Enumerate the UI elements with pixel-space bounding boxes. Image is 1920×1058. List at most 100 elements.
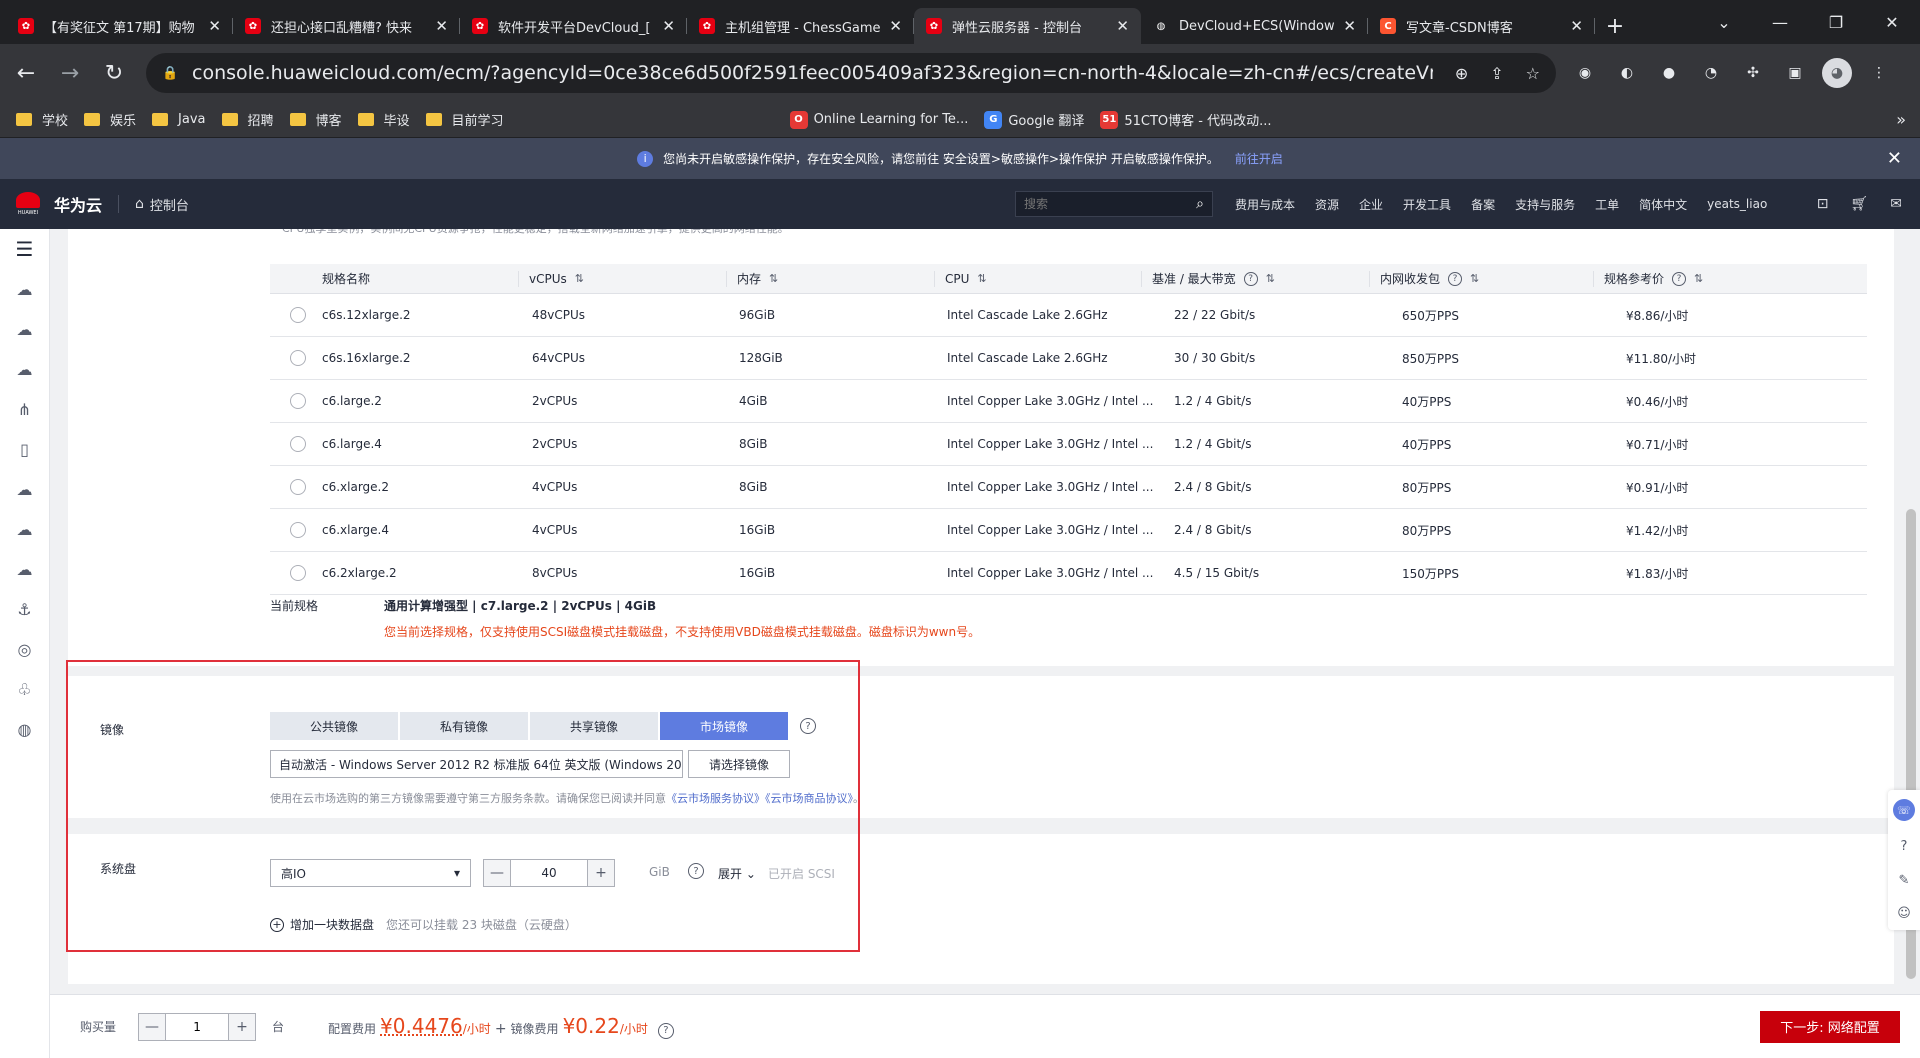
bookmark-folder[interactable]: 娱乐	[84, 110, 136, 129]
close-tab-icon[interactable]: ✕	[889, 17, 902, 35]
cloud-icon[interactable]: ☁	[0, 469, 49, 509]
sidepanel-icon[interactable]: ▣	[1780, 58, 1810, 88]
table-row[interactable]: c6.xlarge.4 4vCPUs 16GiB Intel Copper Lake …	[270, 509, 1867, 552]
menu-dots-icon[interactable]: ⋮	[1864, 58, 1894, 88]
bookmark-folder[interactable]: 毕设	[357, 110, 410, 129]
restore-icon[interactable]: ❐	[1808, 0, 1864, 44]
nav-link[interactable]: 开发工具	[1403, 196, 1451, 213]
column-header[interactable]: 基准 / 最大带宽? ⇅	[1141, 270, 1369, 287]
customer-service-icon[interactable]: ☏	[1893, 799, 1915, 822]
nav-link[interactable]: yeats_liao	[1707, 197, 1767, 211]
mail-icon[interactable]: ✉	[1890, 196, 1902, 212]
bookmark-folder[interactable]: Java	[152, 110, 206, 129]
sort-icon[interactable]: ⇅	[1266, 272, 1275, 285]
back-icon[interactable]: ←	[8, 55, 44, 91]
browser-tab[interactable]: ✿ 软件开发平台DevCloud_[✕	[460, 8, 687, 44]
huawei-logo[interactable]: HUAWEI	[14, 190, 42, 218]
bookmark-folder[interactable]: 目前学习	[425, 110, 504, 129]
nav-link[interactable]: 工单	[1595, 196, 1619, 213]
column-header[interactable]: 内网收发包? ⇅	[1369, 270, 1593, 287]
nav-link[interactable]: 支持与服务	[1515, 196, 1575, 213]
cloud-icon[interactable]: ☁	[0, 549, 49, 589]
browser-tab[interactable]: ✿ 主机组管理 - ChessGame ✕	[687, 8, 914, 44]
terminal-icon[interactable]: ⊡	[1817, 196, 1829, 212]
sort-icon[interactable]: ⇅	[1470, 272, 1479, 285]
reload-icon[interactable]: ↻	[96, 55, 132, 91]
document-icon[interactable]: ▯	[0, 429, 49, 469]
browser-tab[interactable]: ✿ 【有奖征文 第17期】购物 ✕	[6, 8, 233, 44]
avatar[interactable]: ◕	[1822, 58, 1852, 88]
row-radio[interactable]	[290, 479, 306, 495]
table-row[interactable]: c6.large.4 2vCPUs 8GiB Intel Copper Lake 3.…	[270, 423, 1867, 466]
row-radio[interactable]	[290, 393, 306, 409]
brand-name[interactable]: 华为云	[54, 192, 102, 216]
config-fee-value[interactable]: ¥0.4476	[380, 1014, 463, 1038]
column-header[interactable]: vCPUs ⇅	[518, 270, 726, 287]
console-link[interactable]: 控制台	[150, 195, 189, 214]
close-tab-icon[interactable]: ✕	[1570, 17, 1583, 35]
cloud-icon[interactable]: ☁	[0, 349, 49, 389]
bookmark-link[interactable]: O Online Learning for Te...	[789, 110, 968, 129]
close-tab-icon[interactable]: ✕	[1116, 17, 1129, 35]
anchor-icon[interactable]: ⚓︎	[0, 589, 49, 629]
table-row[interactable]: c6.xlarge.2 4vCPUs 8GiB Intel Copper Lake 3…	[270, 466, 1867, 509]
next-network-config-button[interactable]: 下一步: 网络配置	[1760, 1010, 1900, 1043]
decrement-button[interactable]: —	[139, 1013, 166, 1040]
sort-icon[interactable]: ⇅	[769, 272, 778, 285]
extension-icon[interactable]: ◔	[1696, 58, 1726, 88]
bookmark-folder[interactable]: 学校	[16, 110, 68, 129]
bookmark-folder[interactable]: 招聘	[221, 110, 274, 129]
search-icon[interactable]: ⌕	[1196, 196, 1204, 212]
bookmark-star-icon[interactable]: ☆	[1526, 64, 1540, 83]
cloud-icon[interactable]: ☁	[0, 509, 49, 549]
bridge-icon[interactable]: ⋔	[0, 389, 49, 429]
browser-tab[interactable]: C 写文章-CSDN博客 ✕	[1368, 8, 1595, 44]
new-tab-button[interactable]: +	[1595, 8, 1635, 44]
compass-icon[interactable]: ◎	[0, 629, 49, 669]
help-icon[interactable]: ?	[1672, 271, 1687, 286]
sort-icon[interactable]: ⇅	[1694, 272, 1703, 285]
search-input[interactable]	[1024, 197, 1197, 211]
search-box[interactable]: ⌕	[1015, 191, 1213, 217]
nav-link[interactable]: 简体中文	[1639, 196, 1687, 213]
forward-icon[interactable]: →	[52, 55, 88, 91]
extension-icon[interactable]: ●	[1654, 58, 1684, 88]
cloud-icon[interactable]: ☁	[0, 269, 49, 309]
help-icon[interactable]: ?	[1243, 271, 1258, 286]
notice-link[interactable]: 前往开启	[1235, 150, 1283, 167]
cloud-icon[interactable]: ☁	[0, 309, 49, 349]
table-row[interactable]: c6s.16xlarge.2 64vCPUs 128GiB Intel Cascade…	[270, 337, 1867, 380]
nav-link[interactable]: 资源	[1315, 196, 1339, 213]
zoom-icon[interactable]: ⊕	[1455, 64, 1468, 83]
close-tab-icon[interactable]: ✕	[435, 17, 448, 35]
row-radio[interactable]	[290, 565, 306, 581]
table-row[interactable]: c6.2xlarge.2 8vCPUs 16GiB Intel Copper Lake…	[270, 552, 1867, 595]
smile-icon[interactable]: ☺	[1897, 906, 1911, 921]
column-header[interactable]: 内存 ⇅	[726, 270, 934, 287]
menu-icon[interactable]: ☰	[0, 229, 49, 269]
share-icon[interactable]: ⇪	[1490, 64, 1503, 83]
nav-link[interactable]: 备案	[1471, 196, 1495, 213]
browser-tab[interactable]: ✿ 还担心接口乱糟糟? 快来 ✕	[233, 8, 460, 44]
increment-button[interactable]: +	[229, 1013, 256, 1040]
nav-link[interactable]: 企业	[1359, 196, 1383, 213]
column-header[interactable]: 规格名称	[270, 271, 518, 287]
close-icon[interactable]: ✕	[1887, 148, 1902, 169]
column-header[interactable]: CPU ⇅	[934, 270, 1141, 287]
address-bar[interactable]: 🔒 console.huaweicloud.com/ecm/?agencyId=…	[146, 53, 1556, 93]
row-radio[interactable]	[290, 436, 306, 452]
cluster-icon[interactable]: ♧	[0, 669, 49, 709]
column-header[interactable]: 规格参考价? ⇅	[1593, 270, 1867, 287]
bookmark-folder[interactable]: 博客	[289, 110, 342, 129]
browser-tab[interactable]: ◍ DevCloud+ECS(Window ✕	[1141, 8, 1368, 44]
sort-icon[interactable]: ⇅	[977, 272, 986, 285]
row-radio[interactable]	[290, 307, 306, 323]
extension-icon[interactable]: ◉	[1570, 58, 1600, 88]
close-window-icon[interactable]: ✕	[1864, 0, 1920, 44]
puzzle-icon[interactable]: ✣	[1738, 58, 1768, 88]
row-radio[interactable]	[290, 350, 306, 366]
table-row[interactable]: c6.large.2 2vCPUs 4GiB Intel Copper Lake 3.…	[270, 380, 1867, 423]
extension-icon[interactable]: ◐	[1612, 58, 1642, 88]
sort-icon[interactable]: ⇅	[575, 272, 584, 285]
close-tab-icon[interactable]: ✕	[662, 17, 675, 35]
